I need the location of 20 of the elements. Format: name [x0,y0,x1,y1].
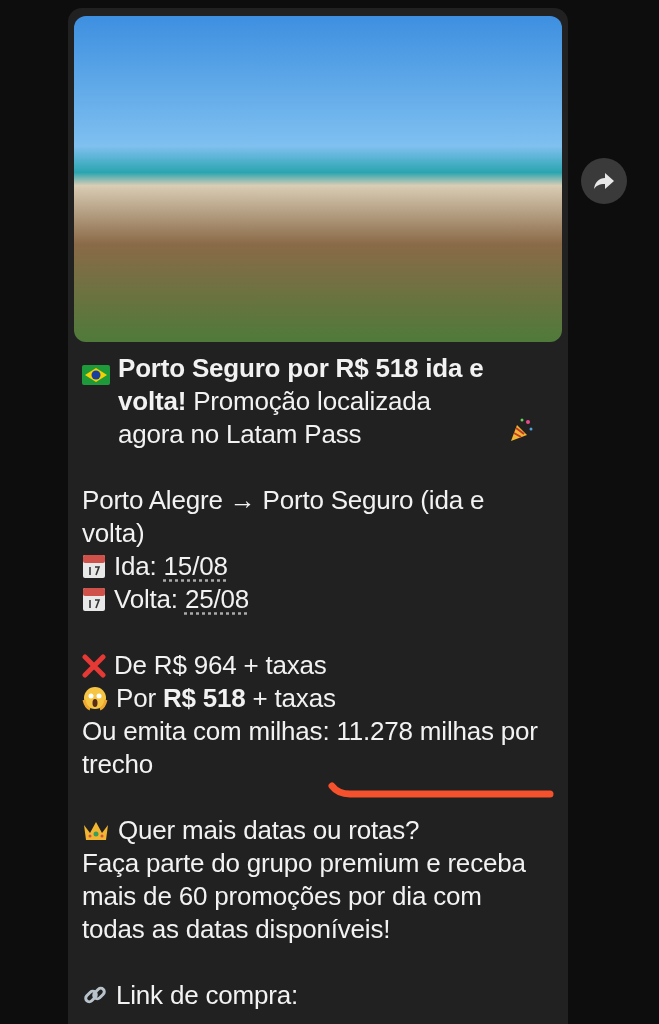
calendar-icon [82,553,106,579]
message-text: Quer mais datas ou rotas? [118,815,420,845]
cross-icon [82,654,106,678]
party-popper-icon [508,417,534,443]
message-text: Link de compra: [116,980,298,1010]
date-link[interactable]: 25/08 [184,584,249,614]
message-text: Porto Alegre → Porto Seguro (ida e volta) [82,485,485,548]
message-text: Ou emita com milhas: 11.278 milhas por trecho [82,716,538,779]
message-text: Por R$ 518 + taxas [116,683,336,713]
date-link[interactable]: 15/08 [163,551,228,581]
date-label: Volta: [114,584,178,614]
date-label: Ida: [114,551,157,581]
forward-arrow-icon [593,171,615,191]
flag-icon [82,365,110,385]
calendar-icon [82,586,106,612]
message-text: De R$ 964 + taxas [114,650,327,680]
message-text: Faça parte do grupo premium e receba mais de 60 promoções por dia com todas as datas disponíveis! [82,848,526,944]
message-text: Porto Seguro por R$ 518 ida e volta! Promoção localizada agora no Latam Pass [118,353,484,449]
screaming-face-icon [82,685,108,711]
forward-button[interactable] [581,158,627,204]
